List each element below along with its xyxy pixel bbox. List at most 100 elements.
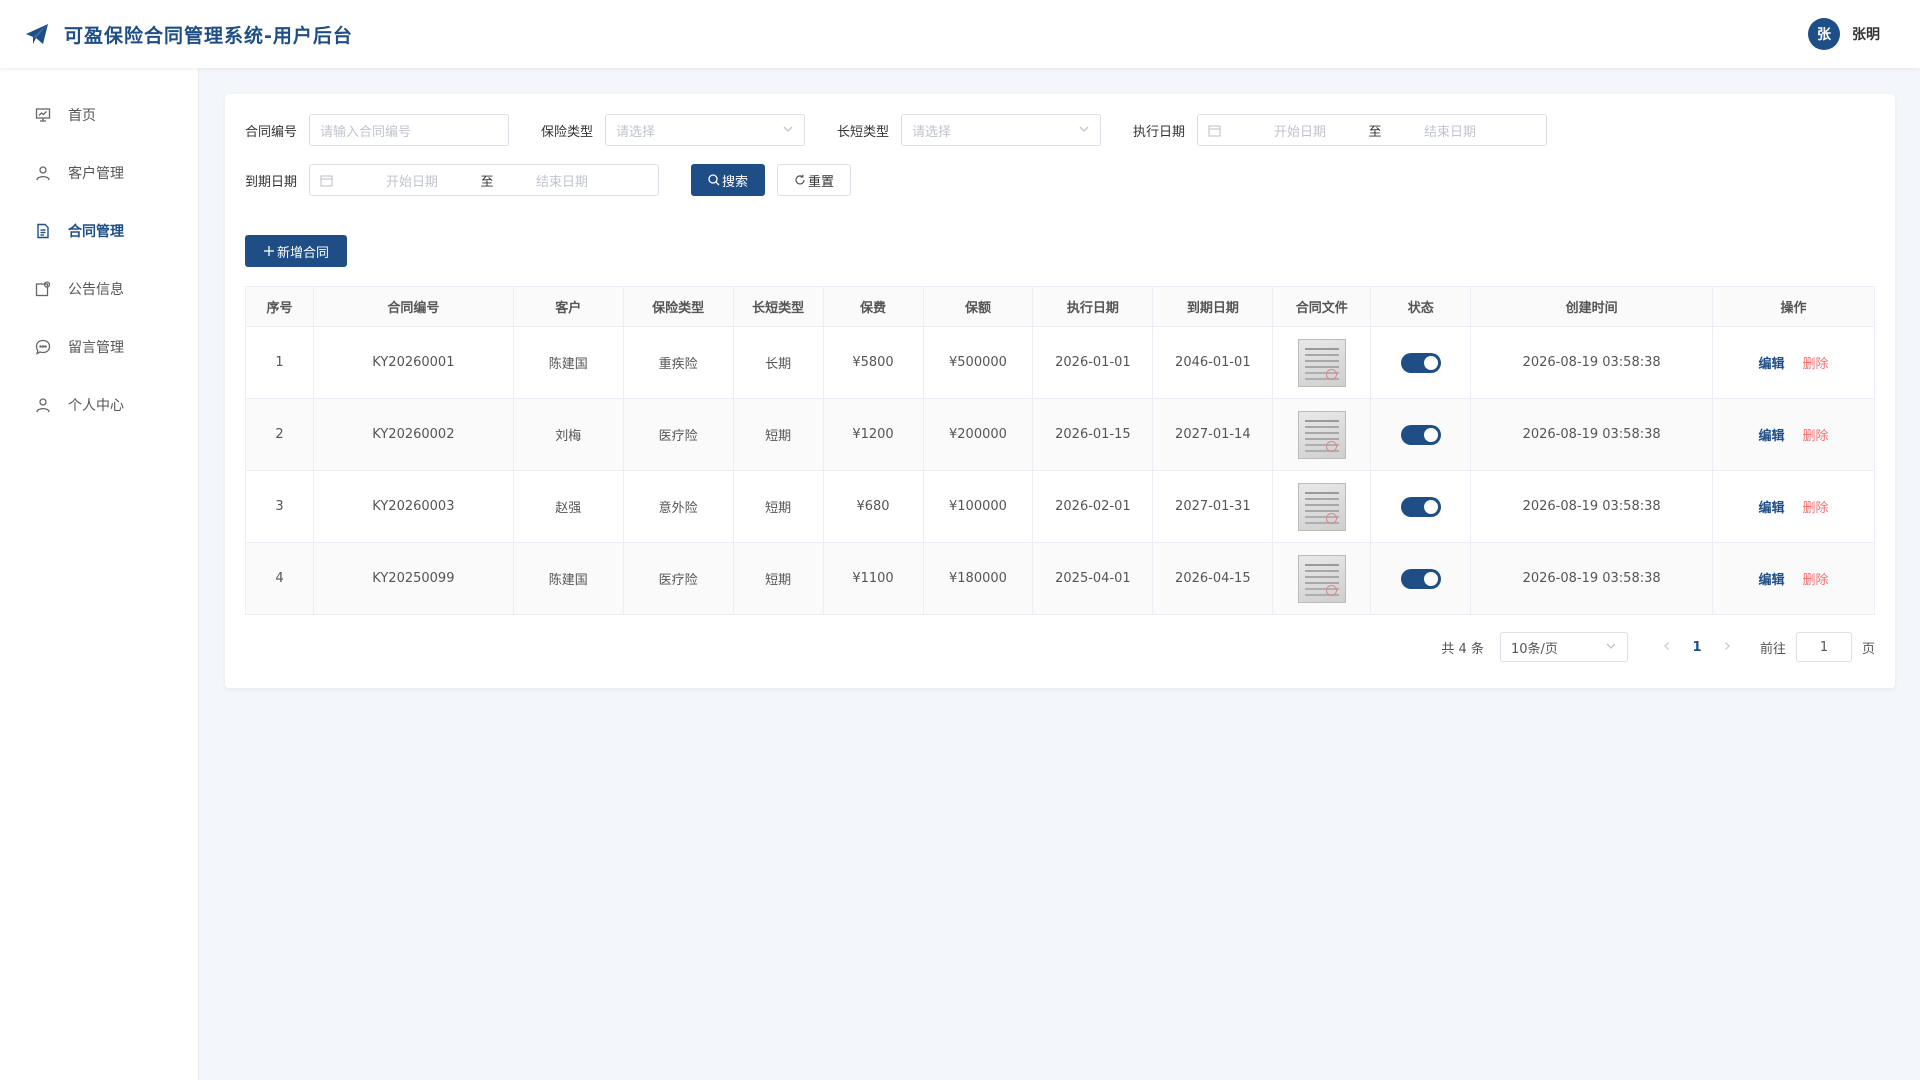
search-row-2: 到期日期 开始日期 至 结束日期 搜索 重置 — [245, 164, 852, 196]
contract-file-thumbnail[interactable] — [1297, 410, 1346, 459]
contract-file-thumbnail[interactable] — [1297, 482, 1346, 531]
insurance-type-select[interactable]: 请选择 — [605, 114, 806, 146]
cell-expire-date: 2027-01-31 — [1152, 470, 1274, 543]
delete-button[interactable]: 删除 — [1803, 357, 1829, 372]
cell-expire-date: 2027-01-14 — [1152, 398, 1274, 471]
total-count: 共 4 条 — [1441, 641, 1484, 657]
cell-customer: 赵强 — [512, 470, 624, 543]
cell-exec-date: 2025-04-01 — [1032, 542, 1154, 615]
cell-contract-no: KY20260002 — [312, 398, 514, 471]
cell-term-type: 长期 — [732, 326, 824, 399]
contract-no-input[interactable]: 请输入合同编号 — [309, 114, 510, 146]
user-icon — [34, 164, 52, 182]
page-size-select[interactable]: 10条/页 — [1499, 632, 1628, 662]
table-row: 3 KY20260003 赵强 意外险 短期 ¥680 ¥100000 2026… — [245, 470, 1875, 543]
avatar[interactable]: 张 — [1808, 18, 1840, 50]
cell-premium: ¥5800 — [822, 326, 924, 399]
plus-icon — [263, 245, 275, 257]
term-type-select[interactable]: 请选择 — [901, 114, 1102, 146]
cell-customer: 刘梅 — [512, 398, 624, 471]
range-separator: 至 — [1368, 124, 1382, 140]
sidebar-item-label: 合同管理 — [68, 224, 124, 240]
next-page-icon[interactable] — [1712, 640, 1742, 655]
table-row: 2 KY20260002 刘梅 医疗险 短期 ¥1200 ¥200000 202… — [245, 398, 1875, 471]
status-toggle[interactable] — [1400, 496, 1441, 517]
reset-button[interactable]: 重置 — [777, 164, 852, 196]
cell-customer: 陈建国 — [512, 542, 624, 615]
exec-date-range[interactable]: 开始日期 至 结束日期 — [1197, 114, 1548, 146]
cell-expire-date: 2026-04-15 — [1152, 542, 1274, 615]
contract-no-label: 合同编号 — [245, 124, 298, 140]
column-header: 合同编号 — [312, 286, 514, 327]
user-menu[interactable]: 张 张明 — [1808, 18, 1880, 50]
column-header: 执行日期 — [1032, 286, 1154, 327]
username[interactable]: 张明 — [1852, 24, 1880, 44]
cell-index: 3 — [245, 470, 314, 543]
search-button-label: 搜索 — [722, 174, 749, 190]
sidebar-item-profile[interactable]: 个人中心 — [0, 376, 198, 434]
contract-panel: 合同编号 请输入合同编号 保险类型 请选择 长短类型 请选择 执行日期 开始日期… — [225, 94, 1895, 688]
page-suffix: 页 — [1861, 641, 1875, 657]
search-row-1: 合同编号 请输入合同编号 保险类型 请选择 长短类型 请选择 执行日期 开始日期… — [245, 114, 1548, 146]
toggle-knob — [1423, 499, 1438, 514]
cell-exec-date: 2026-02-01 — [1032, 470, 1154, 543]
edit-button[interactable]: 编辑 — [1758, 573, 1784, 588]
calendar-icon — [1208, 124, 1221, 137]
user-icon — [34, 396, 52, 414]
search-button[interactable]: 搜索 — [691, 164, 766, 196]
insurance-type-placeholder: 请选择 — [616, 124, 656, 140]
exec-start-date[interactable]: 开始日期 — [1245, 121, 1355, 140]
cell-expire-date: 2046-01-01 — [1152, 326, 1274, 399]
cell-term-type: 短期 — [732, 470, 824, 543]
cell-index: 2 — [245, 398, 314, 471]
cell-amount: ¥500000 — [922, 326, 1034, 399]
calendar-icon — [320, 174, 333, 187]
sidebar-item-messages[interactable]: 留言管理 — [0, 318, 198, 376]
edit-button[interactable]: 编辑 — [1758, 501, 1784, 516]
table-row: 4 KY20250099 陈建国 医疗险 短期 ¥1100 ¥180000 20… — [245, 542, 1875, 615]
contract-file-thumbnail[interactable] — [1297, 338, 1346, 387]
expire-start-date[interactable]: 开始日期 — [357, 171, 467, 190]
cell-created-time: 2026-08-19 03:58:38 — [1470, 470, 1714, 543]
edit-button[interactable]: 编辑 — [1758, 357, 1784, 372]
contract-file-thumbnail[interactable] — [1297, 554, 1346, 603]
cell-contract-no: KY20260003 — [312, 470, 514, 543]
insurance-type-label: 保险类型 — [541, 124, 594, 140]
page-number-current[interactable]: 1 — [1682, 640, 1712, 655]
cell-contract-no: KY20250099 — [312, 542, 514, 615]
message-icon — [34, 338, 52, 356]
cell-amount: ¥180000 — [922, 542, 1034, 615]
prev-page-icon[interactable] — [1652, 640, 1682, 655]
sidebar: 首页 客户管理 合同管理 公告信息 留言管理 个人中心 — [0, 68, 199, 1080]
status-toggle[interactable] — [1400, 424, 1441, 445]
status-toggle[interactable] — [1400, 568, 1441, 589]
chevron-down-icon — [782, 123, 794, 139]
column-header: 保额 — [922, 286, 1034, 327]
add-contract-button[interactable]: 新增合同 — [245, 235, 347, 267]
sidebar-item-contracts[interactable]: 合同管理 — [0, 202, 198, 260]
sidebar-item-customers[interactable]: 客户管理 — [0, 144, 198, 202]
column-header: 创建时间 — [1470, 286, 1714, 327]
sidebar-item-label: 公告信息 — [68, 282, 124, 298]
expire-date-range[interactable]: 开始日期 至 结束日期 — [309, 164, 660, 196]
expire-end-date[interactable]: 结束日期 — [507, 171, 617, 190]
dashboard-icon — [34, 106, 52, 124]
toggle-knob — [1423, 427, 1438, 442]
goto-page-input[interactable]: 1 — [1795, 632, 1852, 662]
status-toggle[interactable] — [1400, 352, 1441, 373]
edit-button[interactable]: 编辑 — [1758, 429, 1784, 444]
expire-date-label: 到期日期 — [245, 174, 298, 190]
cell-amount: ¥100000 — [922, 470, 1034, 543]
cell-amount: ¥200000 — [922, 398, 1034, 471]
contract-no-placeholder: 请输入合同编号 — [320, 124, 412, 140]
column-header: 保险类型 — [622, 286, 734, 327]
delete-button[interactable]: 删除 — [1803, 573, 1829, 588]
exec-end-date[interactable]: 结束日期 — [1395, 121, 1505, 140]
sidebar-item-home[interactable]: 首页 — [0, 86, 198, 144]
cell-term-type: 短期 — [732, 542, 824, 615]
paper-plane-icon[interactable] — [24, 21, 50, 47]
sidebar-item-notices[interactable]: 公告信息 — [0, 260, 198, 318]
cell-insurance-type: 意外险 — [622, 470, 734, 543]
delete-button[interactable]: 删除 — [1803, 501, 1829, 516]
delete-button[interactable]: 删除 — [1803, 429, 1829, 444]
